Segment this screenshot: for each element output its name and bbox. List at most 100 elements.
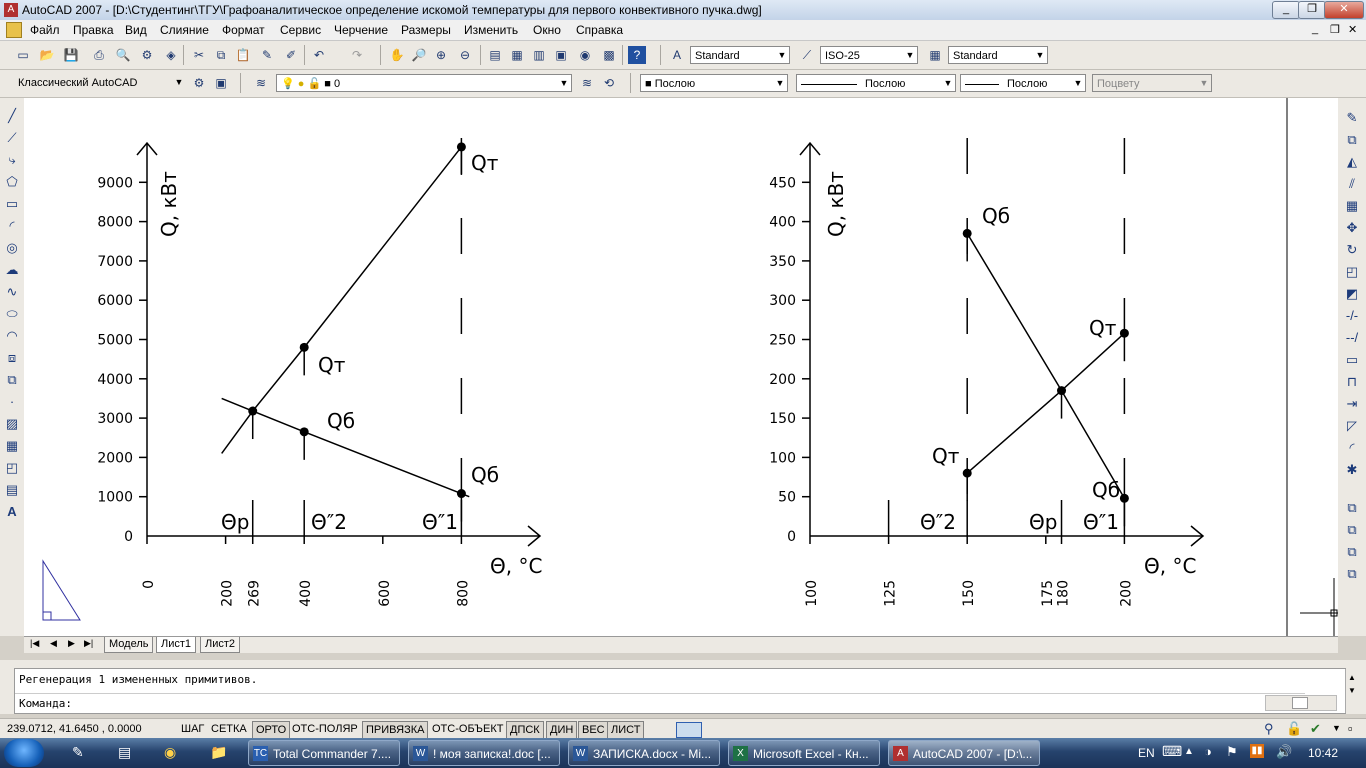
mirror-icon[interactable]: ◭ xyxy=(1342,152,1362,172)
coordinates-readout[interactable]: 239.0712, 41.6450 , 0.0000 xyxy=(4,721,145,737)
block-editor-icon[interactable]: ✐ xyxy=(282,46,300,64)
explorer-icon[interactable]: 📁 xyxy=(210,744,227,761)
comm-center-icon[interactable]: ⚲ xyxy=(1264,721,1274,737)
menu-merge[interactable]: Слияние xyxy=(160,23,209,37)
plot-icon[interactable]: ⎙ xyxy=(90,46,108,64)
tab-sheet1[interactable]: Лист1 xyxy=(156,637,197,653)
show-desktop-icon[interactable]: ▤ xyxy=(118,744,131,761)
paper-toggle[interactable]: ЛИСТ xyxy=(607,721,645,739)
layer-manager-icon[interactable]: ≋ xyxy=(252,74,270,92)
array-icon[interactable]: ▦ xyxy=(1342,196,1362,216)
new-icon[interactable]: ▭ xyxy=(14,46,32,64)
erase-icon[interactable]: ✎ xyxy=(1342,108,1362,128)
toolbar-lock-icon[interactable]: 🔓 xyxy=(1286,721,1302,737)
rectangle-icon[interactable]: ▭ xyxy=(2,194,22,214)
otrack-toggle[interactable]: ОТС-ОБЪЕКТ xyxy=(429,721,506,737)
volume-icon[interactable]: 🔊 xyxy=(1276,744,1292,760)
multiline-text-icon[interactable]: A xyxy=(2,502,22,522)
dyn-toggle[interactable]: ДИН xyxy=(546,721,578,739)
doc-restore-button[interactable]: ❐ xyxy=(1330,23,1340,36)
revision-cloud-icon[interactable]: ☁ xyxy=(2,260,22,280)
plotstyle-select[interactable]: Поцвету ▼ xyxy=(1092,74,1212,92)
menu-file[interactable]: Файл xyxy=(30,23,60,37)
menu-edit[interactable]: Правка xyxy=(73,23,114,37)
restore-button[interactable]: ❐ xyxy=(1298,1,1326,19)
gradient-icon[interactable]: ▦ xyxy=(2,436,22,456)
circle-icon[interactable]: ◎ xyxy=(2,238,22,258)
line-icon[interactable]: ╱ xyxy=(2,106,22,126)
paste-icon[interactable]: 📋 xyxy=(234,46,252,64)
lwt-toggle[interactable]: ВЕС xyxy=(578,721,609,739)
command-prompt[interactable]: Команда: xyxy=(19,697,72,710)
zoom-window-icon[interactable]: ⊕ xyxy=(432,46,450,64)
scroll-thumb[interactable] xyxy=(1292,697,1308,709)
draw-order-front-icon[interactable]: ⧉ xyxy=(1342,498,1362,518)
pause-icon[interactable]: ▮▮ xyxy=(1250,744,1264,758)
status-tray-icon[interactable]: ✔ xyxy=(1310,721,1321,737)
construction-line-icon[interactable]: ⟋ xyxy=(2,128,22,148)
task-excel[interactable]: X Microsoft Excel - Кн... xyxy=(728,740,880,766)
arc-icon[interactable]: ◜ xyxy=(2,216,22,236)
menu-window[interactable]: Окно xyxy=(533,23,561,37)
zoom-realtime-icon[interactable]: 🔎 xyxy=(410,46,428,64)
task-word-note[interactable]: W! моя записка!.doc [... xyxy=(408,740,560,766)
menu-modify[interactable]: Изменить xyxy=(464,23,518,37)
dim-style-icon[interactable]: ⟋ xyxy=(798,46,816,64)
lineweight-select[interactable]: Послою ▼ xyxy=(960,74,1086,92)
sheet-set-icon[interactable]: ▣ xyxy=(552,46,570,64)
status-menu-icon[interactable]: ▼ xyxy=(1332,723,1341,733)
menu-format[interactable]: Формат xyxy=(222,23,265,37)
break-icon[interactable]: ⊓ xyxy=(1342,372,1362,392)
grid-toggle[interactable]: СЕТКА xyxy=(208,721,250,737)
stretch-icon[interactable]: ◩ xyxy=(1342,284,1362,304)
linetype-select[interactable]: Послою ▼ xyxy=(796,74,956,92)
undo-icon[interactable]: ↶ xyxy=(310,46,328,64)
region-icon[interactable]: ◰ xyxy=(2,458,22,478)
drawing-area[interactable]: 1000 2000 3000 4000 5000 6000 7000 8000 9000 0 02… xyxy=(24,98,1338,636)
workspace-select[interactable]: Классический AutoCAD ▼ xyxy=(14,74,186,92)
keyboard-icon[interactable]: ⌨ xyxy=(1162,743,1182,760)
osnap-toggle[interactable]: ПРИВЯЗКА xyxy=(362,721,429,739)
redo-icon[interactable]: ↷ xyxy=(348,46,366,64)
color-select[interactable]: ■ Послою ▼ xyxy=(640,74,788,92)
task-word-docx[interactable]: W ЗАПИСКА.docx - Mi... xyxy=(568,740,720,766)
show-hidden-icons-icon[interactable]: ▲ xyxy=(1184,746,1194,757)
explode-icon[interactable]: ✱ xyxy=(1342,460,1362,480)
task-autocad[interactable]: A AutoCAD 2007 - [D:\... xyxy=(888,740,1040,766)
ortho-toggle[interactable]: ОРТО xyxy=(252,721,291,739)
quicklaunch-icon[interactable]: ✎ xyxy=(72,744,84,761)
cut-icon[interactable]: ✂ xyxy=(190,46,208,64)
make-block-icon[interactable]: ⧉ xyxy=(2,370,22,390)
help-icon[interactable]: ? xyxy=(628,46,646,64)
design-center-icon[interactable]: ▦ xyxy=(508,46,526,64)
rotate-icon[interactable]: ↻ xyxy=(1342,240,1362,260)
scale-icon[interactable]: ◰ xyxy=(1342,262,1362,282)
text-style-select[interactable]: Standard ▼ xyxy=(690,46,790,64)
properties-icon[interactable]: ▤ xyxy=(486,46,504,64)
tray-app-icon[interactable]: ◑ xyxy=(1204,744,1212,759)
menu-tools[interactable]: Сервис xyxy=(280,23,321,37)
tab-model[interactable]: Модель xyxy=(104,637,154,653)
pan-icon[interactable]: ✋ xyxy=(388,46,406,64)
break-at-point-icon[interactable]: ▭ xyxy=(1342,350,1362,370)
move-icon[interactable]: ✥ xyxy=(1342,218,1362,238)
task-total-commander[interactable]: TC Total Commander 7.... xyxy=(248,740,400,766)
bring-above-icon[interactable]: ⧉ xyxy=(1342,542,1362,562)
publish-icon[interactable]: ⚙ xyxy=(138,46,156,64)
chamfer-icon[interactable]: ◸ xyxy=(1342,416,1362,436)
last-tab-icon[interactable]: ▶| xyxy=(84,638,93,649)
table-style-select[interactable]: Standard ▼ xyxy=(948,46,1048,64)
copy-icon[interactable]: ⧉ xyxy=(212,46,230,64)
tool-palettes-icon[interactable]: ▥ xyxy=(530,46,548,64)
markup-icon[interactable]: ◉ xyxy=(576,46,594,64)
clean-screen-icon[interactable]: ▫ xyxy=(1348,721,1353,736)
ducs-toggle[interactable]: ДПСК xyxy=(506,721,544,739)
zoom-previous-icon[interactable]: ⊖ xyxy=(456,46,474,64)
text-style-icon[interactable]: A xyxy=(668,46,686,64)
workspace-settings-icon[interactable]: ⚙ xyxy=(190,74,208,92)
clock[interactable]: 10:42 xyxy=(1308,746,1338,760)
scroll-up-icon[interactable]: ▲ xyxy=(1348,673,1356,682)
scroll-down-icon[interactable]: ▼ xyxy=(1348,686,1356,695)
snap-toggle[interactable]: ШАГ xyxy=(178,721,207,737)
3d-dwf-icon[interactable]: ◈ xyxy=(162,46,180,64)
